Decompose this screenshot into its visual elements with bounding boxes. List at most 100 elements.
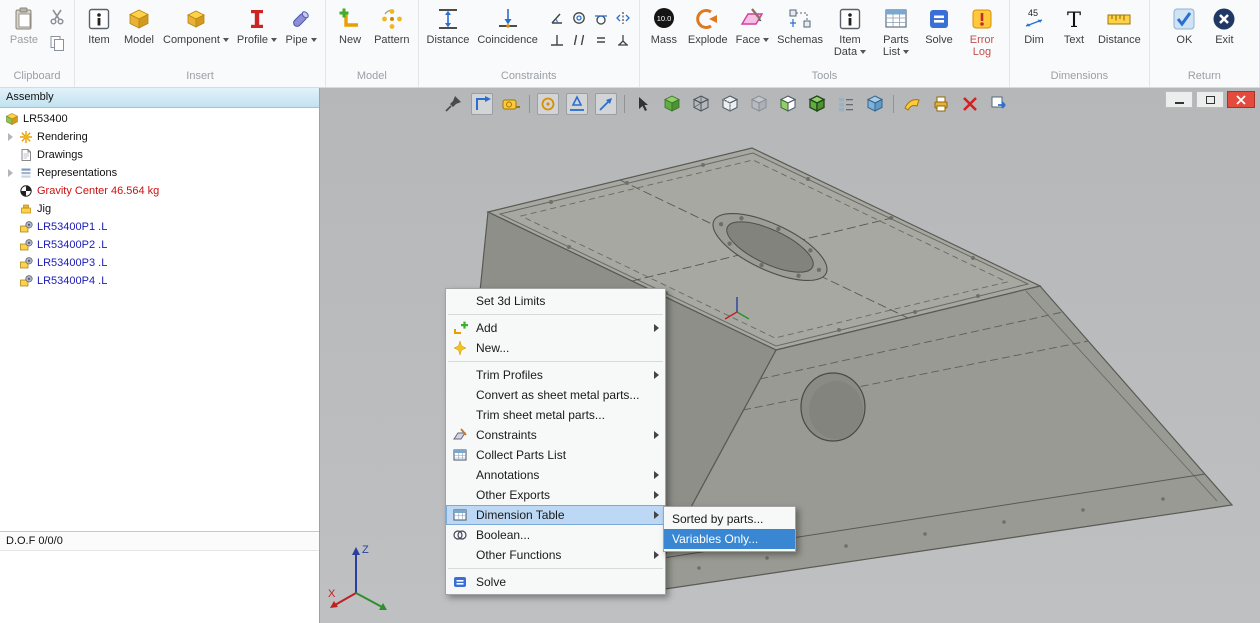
new-icon	[337, 4, 363, 34]
toolbar-separator	[624, 95, 625, 113]
tree-item-rendering[interactable]: Rendering	[0, 128, 318, 146]
shaded-edges-view-icon[interactable]	[806, 93, 828, 115]
profile-button[interactable]: Profile	[234, 3, 280, 47]
face-icon	[739, 4, 765, 34]
distance-constraint-button[interactable]: Distance	[424, 3, 473, 47]
tree-item-gravity-center[interactable]: Gravity Center 46.564 kg	[0, 182, 318, 200]
collect-parts-list-icon	[449, 447, 471, 463]
paste-button[interactable]: Paste	[5, 3, 43, 47]
dim-button[interactable]: 45 Dim	[1015, 3, 1053, 47]
angle-constraint-button[interactable]	[547, 7, 568, 28]
fix-constraint-button[interactable]	[613, 29, 634, 50]
menu-item-convert-sheet-metal[interactable]: Convert as sheet metal parts...	[446, 385, 665, 405]
text-button[interactable]: T Text	[1055, 3, 1093, 47]
cut-button[interactable]	[45, 5, 69, 29]
face-button[interactable]: Face	[733, 3, 772, 47]
menu-item-collect-parts-list[interactable]: Collect Parts List	[446, 445, 665, 465]
view-list-icon[interactable]	[835, 93, 857, 115]
hidden-line-view-icon[interactable]	[719, 93, 741, 115]
copy-button[interactable]	[45, 31, 69, 55]
minimize-button[interactable]	[1165, 91, 1193, 108]
shaded-view-icon[interactable]	[661, 93, 683, 115]
pipe-icon	[288, 4, 314, 34]
wireframe-view-icon[interactable]	[690, 93, 712, 115]
equal-constraint-button[interactable]	[591, 29, 612, 50]
menu-separator	[448, 314, 663, 315]
menu-item-trim-profiles[interactable]: Trim Profiles	[446, 365, 665, 385]
symmetry-constraint-button[interactable]	[613, 7, 634, 28]
solve-button[interactable]: Solve	[920, 3, 958, 47]
representations-icon	[18, 166, 33, 181]
error-log-button[interactable]: Error Log	[960, 3, 1004, 59]
perspective-box-icon[interactable]	[864, 93, 886, 115]
menu-item-boolean[interactable]: Boolean...	[446, 525, 665, 545]
pipe-button[interactable]: Pipe	[282, 3, 320, 47]
snap-normal-icon[interactable]	[595, 93, 617, 115]
add-icon	[449, 320, 471, 336]
measure-tape-icon[interactable]	[500, 93, 522, 115]
mass-button[interactable]: 10.0 Mass	[645, 3, 683, 47]
tree-item-part-2[interactable]: LR53400P2 .L	[0, 236, 318, 254]
perpendicular-constraint-button[interactable]	[547, 29, 568, 50]
tree-item-representations[interactable]: Representations	[0, 164, 318, 182]
solve-menu-icon	[449, 574, 471, 590]
ok-button[interactable]: OK	[1165, 3, 1203, 47]
tree-item-jig[interactable]: Jig	[0, 200, 318, 218]
submenu-item-sorted-by-parts[interactable]: Sorted by parts...	[664, 509, 795, 529]
menu-item-annotations[interactable]: Annotations	[446, 465, 665, 485]
tree-item-part-3[interactable]: LR53400P3 .L	[0, 254, 318, 272]
pin-icon[interactable]	[442, 93, 464, 115]
menu-item-new[interactable]: New...	[446, 338, 665, 358]
half-shaded-view-icon[interactable]	[777, 93, 799, 115]
menu-item-add[interactable]: Add	[446, 318, 665, 338]
menu-item-dimension-table[interactable]: Dimension Table	[446, 505, 665, 525]
item-data-button[interactable]: Item Data	[828, 3, 872, 59]
svg-text:45: 45	[1028, 8, 1038, 18]
schemas-button[interactable]: Schemas	[774, 3, 826, 47]
parallel-constraint-button[interactable]	[569, 29, 590, 50]
ribbon-group-tools: 10.0 Mass Explode Face Schemas Ite	[640, 0, 1010, 87]
tangent-constraint-button[interactable]	[591, 7, 612, 28]
assembly-panel: Assembly LR53400 Rendering Drawings Re	[0, 88, 320, 623]
close-button[interactable]	[1227, 91, 1255, 108]
component-button[interactable]: Component	[160, 3, 232, 47]
menu-item-set-3d-limits[interactable]: Set 3d Limits	[446, 291, 665, 311]
menu-item-trim-sheet-metal[interactable]: Trim sheet metal parts...	[446, 405, 665, 425]
explode-button[interactable]: Explode	[685, 3, 731, 47]
expander-icon[interactable]	[6, 132, 16, 142]
snap-vertex-icon[interactable]	[566, 93, 588, 115]
distance-dim-button[interactable]: Distance	[1095, 3, 1144, 47]
tree-item-root[interactable]: LR53400	[0, 110, 318, 128]
set-3d-limits-icon[interactable]	[471, 93, 493, 115]
parts-list-button[interactable]: Parts List	[874, 3, 918, 59]
section-plane-icon[interactable]	[901, 93, 923, 115]
menu-item-solve[interactable]: Solve	[446, 572, 665, 592]
concentric-constraint-button[interactable]	[569, 7, 590, 28]
tree-item-drawings[interactable]: Drawings	[0, 146, 318, 164]
menu-item-other-exports[interactable]: Other Exports	[446, 485, 665, 505]
exit-button[interactable]: Exit	[1205, 3, 1243, 47]
select-element-icon[interactable]	[632, 93, 654, 115]
ribbon-group-insert: Item Model Component Profile Pipe	[75, 0, 326, 87]
delete-view-icon[interactable]	[959, 93, 981, 115]
submenu-item-variables-only[interactable]: Variables Only...	[664, 529, 795, 549]
tree-item-part-1[interactable]: LR53400P1 .L	[0, 218, 318, 236]
print-icon[interactable]	[930, 93, 952, 115]
export-view-icon[interactable]	[988, 93, 1010, 115]
constraints-icon	[449, 427, 471, 443]
pattern-button[interactable]: Pattern	[371, 3, 412, 47]
coincidence-button[interactable]: Coincidence	[474, 3, 541, 47]
restore-button[interactable]	[1196, 91, 1224, 108]
model-button[interactable]: Model	[120, 3, 158, 47]
part-icon	[18, 256, 33, 271]
ghost-view-icon[interactable]	[748, 93, 770, 115]
item-button[interactable]: Item	[80, 3, 118, 47]
snap-center-icon[interactable]	[537, 93, 559, 115]
new-button[interactable]: New	[331, 3, 369, 47]
profile-dropdown-caret	[271, 38, 277, 42]
menu-item-other-functions[interactable]: Other Functions	[446, 545, 665, 565]
menu-item-constraints[interactable]: Constraints	[446, 425, 665, 445]
expander-icon[interactable]	[6, 168, 16, 178]
new-item-icon	[449, 340, 471, 356]
tree-item-part-4[interactable]: LR53400P4 .L	[0, 272, 318, 290]
